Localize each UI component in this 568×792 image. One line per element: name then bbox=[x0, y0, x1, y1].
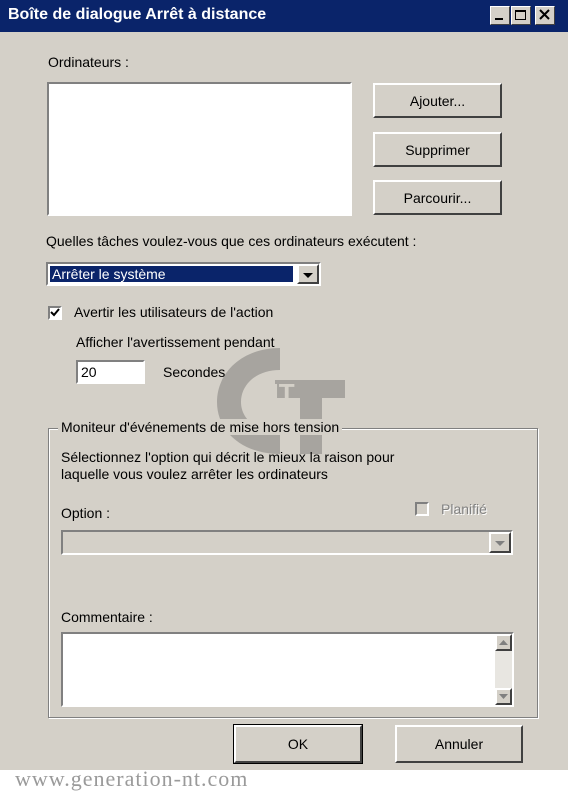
planned-checkbox[interactable] bbox=[415, 502, 429, 516]
display-warning-label: Afficher l'avertissement pendant bbox=[76, 334, 275, 350]
close-button[interactable] bbox=[535, 6, 555, 25]
task-label: Quelles tâches voulez-vous que ces ordin… bbox=[46, 233, 417, 249]
remote-shutdown-dialog: Boîte de dialogue Arrêt à distance NT Or… bbox=[0, 0, 568, 770]
title-bar[interactable]: Boîte de dialogue Arrêt à distance bbox=[0, 0, 568, 32]
minimize-icon bbox=[495, 18, 503, 20]
warn-users-label: Avertir les utilisateurs de l'action bbox=[74, 304, 274, 320]
chevron-down-icon bbox=[495, 541, 505, 546]
task-select-arrow[interactable] bbox=[297, 264, 319, 284]
seconds-input[interactable]: 20 bbox=[76, 360, 145, 384]
task-selected-value: Arrêter le système bbox=[49, 265, 294, 283]
watermark-text: www.generation-nt.com bbox=[15, 766, 249, 791]
computers-list[interactable] bbox=[47, 82, 352, 216]
computers-label: Ordinateurs : bbox=[48, 54, 129, 70]
comment-textarea[interactable] bbox=[61, 632, 514, 707]
arrow-up-icon bbox=[499, 640, 508, 645]
arrow-down-icon bbox=[499, 694, 508, 699]
window-title: Boîte de dialogue Arrêt à distance bbox=[8, 6, 267, 23]
task-select[interactable]: Arrêter le système bbox=[46, 262, 321, 286]
maximize-button[interactable] bbox=[511, 6, 531, 25]
reason-select[interactable] bbox=[61, 530, 513, 555]
option-label: Option : bbox=[61, 505, 111, 521]
minimize-button[interactable] bbox=[490, 6, 510, 25]
scroll-up-button[interactable] bbox=[495, 634, 512, 651]
comment-label: Commentaire : bbox=[61, 609, 153, 625]
close-icon bbox=[539, 9, 550, 20]
scroll-down-button[interactable] bbox=[495, 688, 512, 705]
seconds-value: 20 bbox=[81, 364, 97, 380]
checkmark-icon bbox=[50, 308, 60, 317]
event-tracker-legend: Moniteur d'événements de mise hors tensi… bbox=[58, 419, 343, 435]
event-tracker-description-line2: laquelle vous voulez arrêter les ordinat… bbox=[61, 466, 328, 482]
warn-users-checkbox[interactable] bbox=[48, 306, 62, 320]
svg-text:NT: NT bbox=[260, 378, 295, 408]
cancel-button[interactable]: Annuler bbox=[395, 725, 523, 763]
comment-scrollbar[interactable] bbox=[495, 634, 512, 705]
seconds-label: Secondes bbox=[163, 364, 226, 380]
reason-select-arrow[interactable] bbox=[489, 532, 511, 553]
planned-label: Planifié bbox=[441, 501, 487, 517]
event-tracker-description-line1: Sélectionnez l'option qui décrit le mieu… bbox=[61, 449, 395, 465]
remove-button[interactable]: Supprimer bbox=[373, 132, 502, 167]
add-button[interactable]: Ajouter... bbox=[373, 83, 502, 118]
chevron-down-icon bbox=[303, 273, 313, 278]
ok-button[interactable]: OK bbox=[233, 724, 363, 764]
maximize-icon bbox=[515, 10, 526, 20]
browse-button[interactable]: Parcourir... bbox=[373, 180, 502, 215]
